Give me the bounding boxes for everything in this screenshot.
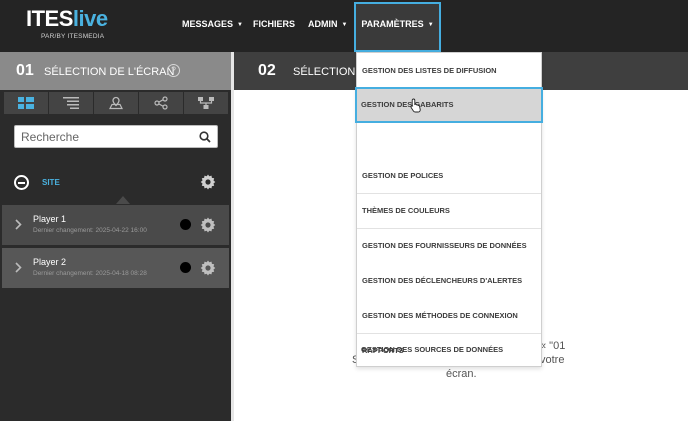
step-number: 01 <box>16 62 34 79</box>
caret-down-icon: ▼ <box>427 22 434 28</box>
status-indicator <box>180 219 191 230</box>
player-name: Player 1 <box>33 214 67 224</box>
player-name: Player 2 <box>33 257 67 267</box>
tab-network-view[interactable] <box>184 92 228 114</box>
chevron-right-icon[interactable] <box>15 262 22 273</box>
status-indicator <box>180 262 191 273</box>
collapse-icon[interactable] <box>14 175 29 190</box>
caret-down-icon: ▼ <box>341 22 348 28</box>
tab-share-view[interactable] <box>139 92 183 114</box>
search-box <box>14 125 218 148</box>
nav-parametres[interactable]: PARAMÈTRES ▼ <box>354 2 441 52</box>
site-group-row[interactable]: SITE <box>0 168 231 198</box>
hand-cursor-icon <box>410 98 421 113</box>
group-pointer <box>116 196 130 204</box>
search-icon[interactable] <box>199 131 211 143</box>
menu-item-polices[interactable]: GESTION DE POLICES <box>357 158 541 193</box>
view-tabs <box>4 92 228 114</box>
player-last-change: Dernier changement: 2025-04-18 08:28 <box>33 270 147 277</box>
list-tree-icon <box>63 97 79 109</box>
site-label: SITE <box>42 178 60 187</box>
tab-map-view[interactable] <box>94 92 138 114</box>
logo-subtitle: PAR/BY ITESMEDIA <box>41 33 105 40</box>
screen-selection-panel: 01 SÉLECTION DE L'ÉCRAN ? Recherche SITE… <box>0 52 231 421</box>
list-item-player-2[interactable]: Player 2 Dernier changement: 2025-04-18 … <box>2 248 229 288</box>
gear-icon[interactable] <box>200 217 216 233</box>
menu-item-listes-diffusion[interactable]: GESTION DES LISTES DE DIFFUSION <box>357 53 541 88</box>
section-title: SÉLECTION DE L'ÉCRAN <box>44 66 175 78</box>
itеslive-logo[interactable]: ITESlive PAR/BY ITESMEDIA <box>26 7 126 45</box>
instruction-text-fragment: « "01 <box>540 340 566 352</box>
map-pin-icon <box>109 96 123 110</box>
menu-item-themes-couleurs[interactable]: THÈMES DE COULEURS <box>357 193 541 228</box>
nav-fichiers[interactable]: FICHIERS <box>253 0 295 52</box>
menu-item-gabarits[interactable]: GESTION DES GABARITS <box>355 87 543 123</box>
tab-grid-view[interactable] <box>4 92 48 114</box>
logo-text: ITESlive <box>26 6 108 31</box>
network-icon <box>198 97 214 109</box>
nav-messages[interactable]: MESSAGES ▼ <box>182 0 243 52</box>
tab-list-view[interactable] <box>49 92 93 114</box>
chevron-right-icon[interactable] <box>15 219 22 230</box>
grid-icon <box>18 97 34 109</box>
menu-item-label: GESTION DES GABARITS <box>361 100 454 109</box>
search-input[interactable] <box>21 128 191 146</box>
gear-icon[interactable] <box>200 174 216 190</box>
top-navigation-bar: ITESlive PAR/BY ITESMEDIA MESSAGES ▼ FICH… <box>0 0 688 52</box>
instruction-text-fragment: votre <box>540 354 565 366</box>
caret-down-icon: ▼ <box>237 22 243 28</box>
menu-divider <box>357 228 541 229</box>
player-last-change: Dernier changement: 2025-04-22 16:00 <box>33 227 147 234</box>
section-header: 01 SÉLECTION DE L'ÉCRAN ? <box>0 52 231 90</box>
share-icon <box>154 96 168 110</box>
list-item-player-1[interactable]: Player 1 Dernier changement: 2025-04-22 … <box>2 205 229 245</box>
step-number: 02 <box>258 62 276 79</box>
menu-item-declencheurs-alertes[interactable]: GESTION DES DÉCLENCHEURS D'ALERTES <box>357 263 541 298</box>
menu-item-methodes-connexion[interactable]: GESTION DES MÉTHODES DE CONNEXION <box>357 298 541 333</box>
gear-icon[interactable] <box>200 260 216 276</box>
instruction-text-fragment: écran. <box>446 368 477 380</box>
menu-item-sources-donnees[interactable]: GESTION DES SOURCES DE DONNÉES <box>356 332 540 367</box>
menu-item-fournisseurs-donnees[interactable]: GESTION DES FOURNISSEURS DE DONNÉES <box>357 228 541 263</box>
menu-divider <box>357 193 541 194</box>
nav-admin[interactable]: ADMIN ▼ <box>308 0 347 52</box>
help-icon[interactable]: ? <box>167 64 180 77</box>
panel-divider <box>231 52 234 421</box>
